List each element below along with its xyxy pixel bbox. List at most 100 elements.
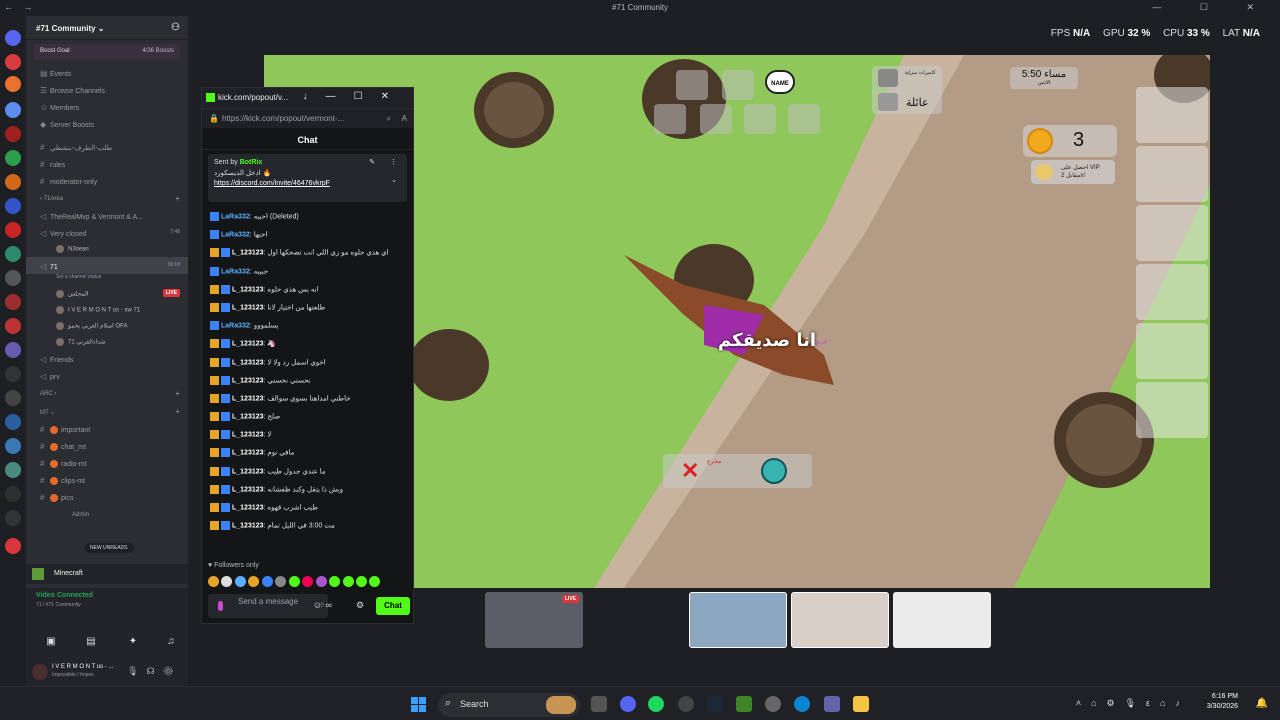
voice-user[interactable]: I V E R M O N T us - xw 71 [26,302,188,318]
windows-start-icon[interactable] [411,697,427,713]
emote-icon[interactable] [234,576,246,587]
server-icon[interactable] [5,462,21,478]
edge-icon[interactable] [794,696,810,712]
chat-username[interactable]: L_123123 [232,504,264,511]
emote-icon[interactable] [261,576,273,587]
window-controls[interactable]: — ☐ ✕ [1152,2,1272,13]
chat-username[interactable]: L_123123 [232,395,264,402]
home-button[interactable] [1136,382,1208,438]
pet-tool-icon[interactable] [722,70,754,100]
xbox-icon[interactable] [736,696,752,712]
emote-icon[interactable] [275,576,287,587]
boost-goal[interactable]: Boost Goal 4/36 Boosts [34,44,180,60]
stream-thumbnail[interactable] [791,592,889,648]
popup-window-controls[interactable]: ↓—☐✕ [303,91,407,102]
server-icon[interactable] [5,294,21,310]
voice-user[interactable]: المجلس LIVE [26,286,188,302]
voice-user[interactable]: اسلام العربي بخمو OFA [26,318,188,334]
pinned-link[interactable]: https://discord.com/invite/46476vkrpF [214,180,401,187]
channel-item[interactable]: # chat_mt [26,437,188,454]
server-icon[interactable] [5,126,21,142]
new-unreads-pill[interactable]: NEW UNREADS [84,543,134,553]
chat-username[interactable]: LaRa332 [221,268,250,275]
reader-icon[interactable]: A [402,114,407,123]
chat-username[interactable]: L_123123 [232,413,264,420]
pin-icon[interactable]: ✎ [369,158,375,166]
spotify-icon[interactable] [648,696,664,712]
server-icon[interactable] [5,102,21,118]
steam-icon[interactable] [707,696,723,712]
mic-icon[interactable] [218,601,223,611]
server-header[interactable]: #71 Community ⌄ ⚇ [26,16,188,40]
voice-user[interactable]: شدادالقرني 71 [26,334,188,350]
emote-icon[interactable] [369,576,381,587]
activity-bar[interactable]: Minecraft [26,564,188,584]
category-71area[interactable]: › 71Area + [26,189,188,207]
family-panel[interactable]: كاميرات منزلية عائلة [872,66,942,114]
chat-username[interactable]: L_123123 [232,450,264,457]
soundboard-icon[interactable]: ♫ [156,636,186,652]
server-icon[interactable] [5,150,21,166]
activity-icon[interactable]: ✦ [118,636,148,652]
emote-icon[interactable] [355,576,367,587]
app-icon[interactable] [678,696,694,712]
backpack-button[interactable] [1136,205,1208,261]
chat-username[interactable]: LaRa332 [221,322,250,329]
cat-tool-icon[interactable] [788,104,820,134]
emote-button[interactable] [1136,87,1208,143]
chat-username[interactable]: LaRa332 [221,232,250,239]
server-icon[interactable] [5,174,21,190]
add-channel-icon[interactable]: + [175,389,180,398]
server-icon[interactable] [5,318,21,334]
voice-channel-71[interactable]: ◁ 71 39:18 [26,257,188,274]
chat-username[interactable]: L_123123 [232,468,264,475]
category-mt[interactable]: MT ⌄ + [26,402,188,420]
chat-username[interactable]: L_123123 [232,432,264,439]
user-controls[interactable]: 🎙☊⚙ [127,666,182,677]
avatar-button[interactable] [1136,264,1208,320]
server-icon[interactable] [5,538,21,554]
speedometer-icon[interactable] [761,458,787,484]
voice-channel-prv[interactable]: ◁ prv [26,367,188,384]
settings-icon[interactable]: ⚙ [356,600,364,611]
add-channel-icon[interactable]: + [175,194,180,203]
server-icon[interactable] [5,54,21,70]
server-icon[interactable] [5,342,21,358]
chat-username[interactable]: L_123123 [232,341,264,348]
emote-icon[interactable] [248,576,260,587]
emote-icon[interactable] [288,576,300,587]
channel-status[interactable]: Set a channel status [26,274,188,286]
channel-item[interactable]: # طلب-الطرف-بنشطي [26,138,188,155]
add-member-icon[interactable]: ⚇ [171,22,180,33]
user-panel[interactable]: I V E R M O N T us - ... Impossible / Im… [26,660,188,686]
chevron-down-icon[interactable]: ⌄ [391,176,397,184]
server-icon[interactable] [5,510,21,526]
chat-username[interactable]: LaRa332 [221,213,250,220]
emote-icon[interactable] [329,576,341,587]
voice-location[interactable]: 71 / #71 Community [36,602,81,608]
obs-icon[interactable] [765,696,781,712]
emote-icon[interactable] [208,576,219,587]
discord-icon[interactable] [620,696,636,712]
task-view-icon[interactable] [591,696,607,712]
zoom-icon[interactable]: ⌕ [387,114,391,124]
more-icon[interactable]: ⋮ [390,158,397,166]
house-icon[interactable] [878,69,898,87]
chat-username[interactable]: L_123123 [232,250,264,257]
server-icon[interactable] [5,270,21,286]
family-icon[interactable] [878,93,898,111]
category-admin[interactable]: Admin [26,505,188,523]
emote-icon[interactable] [302,576,314,587]
vip-offer[interactable]: احصل على VIP مقابل 2x! [1031,160,1115,184]
voice-channel-very-closed[interactable]: ◁ Very closed 7:48 [26,224,188,241]
file-explorer-icon[interactable] [853,696,869,712]
server-icon[interactable] [5,438,21,454]
voice-user[interactable]: N3sean [26,241,188,257]
stream-thumbnail[interactable] [587,592,685,648]
stream-thumbnail[interactable]: LIVE [485,592,583,648]
chat-username[interactable]: L_123123 [232,304,264,311]
close-icon[interactable]: ✕ [681,458,699,484]
sidebar-item-boosts[interactable]: ◆ Server Boosts [26,115,188,132]
category-arc[interactable]: ARC › + [26,384,188,402]
hook-tool-icon[interactable] [744,104,776,134]
